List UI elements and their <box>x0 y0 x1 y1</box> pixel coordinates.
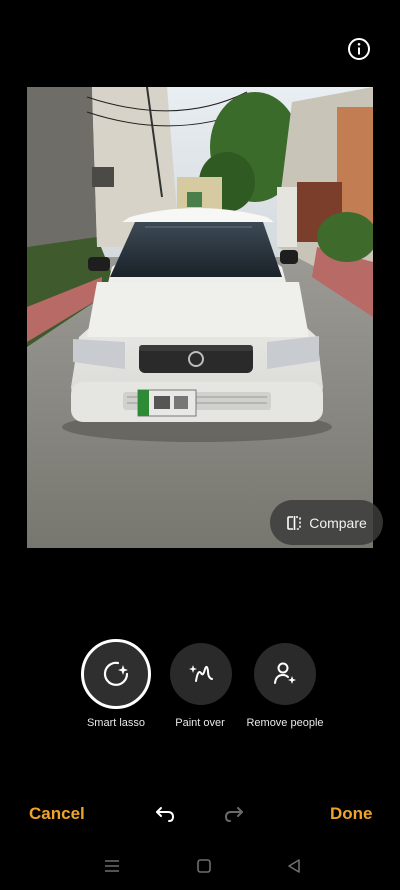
tool-label-remove-people: Remove people <box>246 717 324 729</box>
compare-icon <box>287 515 302 530</box>
remove-people-icon <box>274 662 296 684</box>
info-icon <box>348 38 370 60</box>
undo-button[interactable] <box>153 802 177 826</box>
compare-button[interactable]: Compare <box>270 500 383 545</box>
tool-paint-over[interactable] <box>170 643 232 705</box>
cancel-button[interactable]: Cancel <box>29 804 85 824</box>
redo-button[interactable] <box>222 802 246 826</box>
tool-circle[interactable] <box>170 643 232 705</box>
recents-nav-button[interactable] <box>103 857 121 875</box>
tool-smart-lasso[interactable] <box>81 639 151 709</box>
smart-lasso-icon <box>103 661 129 686</box>
tool-circle[interactable] <box>254 643 316 705</box>
paint-over-icon <box>189 665 213 682</box>
home-nav-button[interactable] <box>195 857 213 875</box>
recents-icon <box>105 860 119 872</box>
undo-icon <box>156 807 175 822</box>
back-nav-button[interactable] <box>285 857 303 875</box>
photo-preview[interactable] <box>27 87 373 548</box>
home-icon <box>197 859 211 873</box>
compare-label: Compare <box>309 514 367 531</box>
tool-circle[interactable] <box>81 639 151 709</box>
car-photo <box>27 87 373 548</box>
redo-icon <box>224 807 243 822</box>
done-button[interactable]: Done <box>330 804 373 824</box>
tool-remove-people[interactable] <box>254 643 316 705</box>
info-button[interactable] <box>347 37 371 61</box>
back-icon <box>288 859 300 873</box>
